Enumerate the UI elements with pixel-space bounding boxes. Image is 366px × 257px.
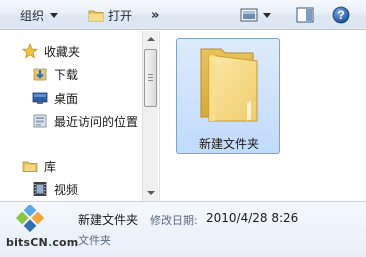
open-folder-icon [88, 10, 104, 22]
open-label: 打开 [108, 8, 133, 23]
folder-icon [200, 48, 258, 122]
star-icon [22, 43, 38, 59]
file-item-new-folder[interactable]: 新建文件夹 [176, 38, 280, 154]
help-button[interactable]: ? [332, 5, 350, 25]
nav-item-downloads[interactable]: 下载 [32, 64, 78, 84]
organize-label: 组织 [20, 8, 45, 23]
details-modified-value: 2010/4/28 8:26 [206, 211, 299, 225]
nav-item-label: 下载 [54, 67, 79, 82]
command-bar: 组织 打开 » ? [0, 0, 366, 30]
change-view-button[interactable] [240, 5, 271, 25]
nav-item-label: 视频 [54, 182, 79, 197]
nav-item-label: 最近访问的位置 [54, 114, 139, 129]
file-item-label: 新建文件夹 [198, 137, 259, 151]
nav-item-label: 桌面 [54, 91, 79, 106]
details-modified-label: 修改日期: [150, 214, 198, 227]
nav-item-label: 收藏夹 [44, 44, 81, 59]
view-icon [240, 8, 258, 22]
nav-scrollbar[interactable] [142, 31, 158, 201]
grip-line [148, 80, 153, 81]
arrow-down-icon [146, 191, 155, 195]
open-button[interactable]: 打开 [88, 5, 132, 25]
library-icon [22, 158, 38, 174]
nav-item-desktop[interactable]: 桌面 [32, 88, 78, 108]
grip-line [148, 77, 153, 78]
preview-pane-button[interactable] [296, 5, 314, 25]
chevron-down-icon [50, 12, 59, 18]
file-list-area: 新建文件夹 [159, 31, 366, 201]
chevron-down-icon [263, 12, 271, 18]
svg-text:?: ? [337, 8, 344, 22]
more-label: » [151, 7, 160, 23]
desktop-icon [32, 90, 48, 106]
downloads-folder-icon [32, 66, 48, 82]
details-pane: bitsCN.com 新建文件夹 修改日期: 2010/4/28 8:26 文件… [0, 201, 366, 257]
watermark-text: bitsCN.com [6, 236, 79, 249]
scroll-thumb[interactable] [144, 49, 157, 107]
grip-line [148, 74, 153, 75]
nav-item-favorites[interactable]: 收藏夹 [22, 41, 80, 61]
scroll-up-button[interactable] [143, 31, 158, 47]
help-icon: ? [332, 6, 350, 24]
details-file-type: 文件夹 [78, 234, 111, 247]
arrow-up-icon [146, 37, 155, 41]
nav-item-videos[interactable]: 视频 [32, 179, 78, 199]
organize-button[interactable]: 组织 [20, 5, 59, 25]
video-library-icon [32, 181, 48, 197]
recent-places-icon [32, 113, 48, 129]
nav-item-recent-places[interactable]: 最近访问的位置 [32, 111, 138, 131]
nav-item-label: 库 [44, 159, 57, 174]
nav-item-libraries[interactable]: 库 [22, 156, 56, 176]
scroll-down-button[interactable] [143, 185, 158, 201]
details-file-name: 新建文件夹 [78, 213, 139, 227]
navigation-pane: 收藏夹 下载 桌面 最近访问的位置 库 视频 [0, 31, 157, 201]
more-commands-button[interactable]: » [151, 5, 159, 25]
preview-pane-icon [296, 7, 314, 23]
